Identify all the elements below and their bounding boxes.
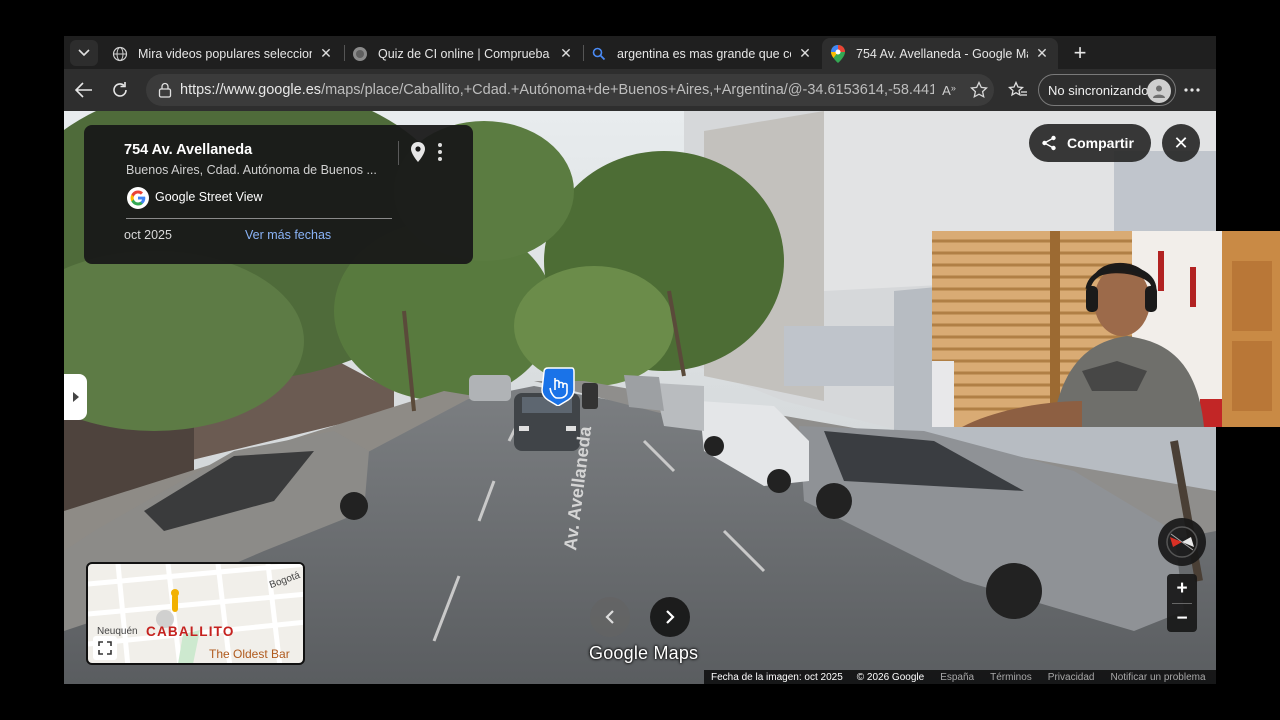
terms-link[interactable]: Términos [990, 672, 1032, 683]
chevron-left-icon [605, 610, 614, 624]
privacy-link[interactable]: Privacidad [1048, 672, 1095, 683]
more-vertical-icon[interactable] [433, 141, 447, 163]
tab-google-maps[interactable]: 754 Av. Avellaneda - Google Maps ✕ [822, 38, 1058, 69]
caret-right-icon [72, 392, 79, 402]
divider [126, 218, 392, 219]
tab-quiz[interactable]: Quiz de CI online | Comprueba tu coefici… [344, 38, 582, 69]
address-title: 754 Av. Avellaneda [124, 142, 253, 158]
share-button[interactable]: Compartir [1029, 124, 1151, 162]
address-subtitle: Buenos Aires, Cdad. Autónoma de Buenos .… [126, 163, 377, 177]
favorite-star-icon[interactable] [964, 81, 994, 99]
search-icon [591, 46, 607, 62]
minimap-poi-label: The Oldest Bar [209, 647, 290, 661]
close-street-view-button[interactable]: ✕ [1162, 124, 1200, 162]
url-path: /maps/place/Caballito,+Cdad.+Autónoma+de… [321, 82, 934, 98]
more-dates-link[interactable]: Ver más fechas [245, 228, 331, 242]
tab-title: Quiz de CI online | Comprueba tu coefici… [378, 46, 552, 61]
webcam-overlay [932, 231, 1280, 427]
tab-search[interactable]: argentina es mas grande que colombia ✕ [583, 38, 821, 69]
favorites-button[interactable] [1004, 76, 1032, 104]
quiz-icon [352, 46, 368, 62]
location-info-card: 754 Av. Avellaneda Buenos Aires, Cdad. A… [84, 125, 473, 264]
url-host: https://www.google.es [180, 82, 322, 98]
zoom-out-button[interactable]: − [1167, 604, 1197, 633]
compass-icon [1166, 526, 1198, 558]
close-icon: ✕ [1173, 132, 1189, 153]
close-icon[interactable]: ✕ [797, 45, 813, 62]
image-date: Fecha de la imagen: oct 2025 [711, 671, 843, 683]
back-button[interactable] [70, 76, 98, 104]
map-pin-icon[interactable] [409, 141, 427, 163]
chevron-right-icon [666, 610, 675, 624]
browser-toolbar: https://www.google.es/maps/place/Caballi… [64, 69, 1216, 111]
favorites-icon [1008, 81, 1027, 97]
globe-icon [112, 46, 128, 62]
country-link[interactable]: España [940, 672, 974, 683]
pointer-hand-icon [540, 366, 576, 407]
reload-icon [113, 82, 127, 97]
maps-pin-icon [830, 44, 846, 63]
google-g-icon [127, 187, 149, 209]
chevron-down-icon [78, 49, 90, 57]
zoom-controls: + − [1167, 574, 1197, 632]
tab-title: 754 Av. Avellaneda - Google Maps [856, 46, 1028, 61]
street-view-label: Google Street View [155, 190, 263, 204]
tab-actions-button[interactable] [70, 40, 98, 66]
tab-title: Mira videos populares seleccionados [138, 46, 312, 61]
close-icon[interactable]: ✕ [558, 45, 574, 62]
copyright: © 2026 Google [856, 671, 925, 683]
attribution-footer: Fecha de la imagen: oct 2025 © 2026 Goog… [704, 670, 1216, 684]
divider [398, 141, 399, 165]
more-horizontal-icon [1184, 88, 1200, 92]
zoom-in-button[interactable]: + [1167, 574, 1197, 603]
url-text[interactable]: https://www.google.es/maps/place/Caballi… [180, 82, 934, 98]
new-tab-button[interactable]: + [1067, 40, 1093, 66]
webcam-feed [932, 231, 1280, 427]
expand-map-button[interactable] [93, 636, 117, 660]
fullscreen-icon [98, 641, 112, 655]
sync-label: No sincronizando [1048, 82, 1149, 98]
minimap-neighborhood-label: CABALLITO [146, 624, 235, 639]
tab-videos[interactable]: Mira videos populares seleccionados ✕ [104, 38, 342, 69]
compass-button[interactable] [1158, 518, 1206, 566]
profile-sync-button[interactable]: No sincronizando [1038, 74, 1176, 106]
tab-title: argentina es mas grande que colombia [617, 46, 791, 61]
tab-bar: Mira videos populares seleccionados ✕ Qu… [64, 36, 1216, 69]
google-maps-logo: Google Maps [589, 643, 699, 663]
close-icon[interactable]: ✕ [1034, 45, 1050, 62]
arrow-left-icon [75, 82, 92, 98]
lock-icon[interactable] [150, 82, 180, 98]
close-icon[interactable]: ✕ [318, 45, 334, 62]
report-problem-link[interactable]: Notificar un problema [1111, 672, 1206, 683]
next-image-button[interactable] [650, 597, 690, 637]
avatar-icon [1147, 79, 1171, 103]
expand-side-panel-button[interactable] [64, 374, 87, 420]
address-bar[interactable]: https://www.google.es/maps/place/Caballi… [146, 74, 994, 106]
share-label: Compartir [1067, 135, 1134, 151]
previous-image-button[interactable] [590, 597, 630, 637]
read-aloud-icon[interactable]: A» [934, 83, 964, 98]
settings-menu-button[interactable] [1178, 76, 1206, 104]
screen: Mira videos populares seleccionados ✕ Qu… [0, 0, 1280, 720]
minimap[interactable]: Neuquén Bogotá CABALLITO The Oldest Bar [86, 562, 305, 665]
share-icon [1042, 135, 1056, 151]
plus-icon: + [1073, 40, 1087, 65]
capture-date: oct 2025 [124, 228, 172, 242]
reload-button[interactable] [106, 76, 134, 104]
